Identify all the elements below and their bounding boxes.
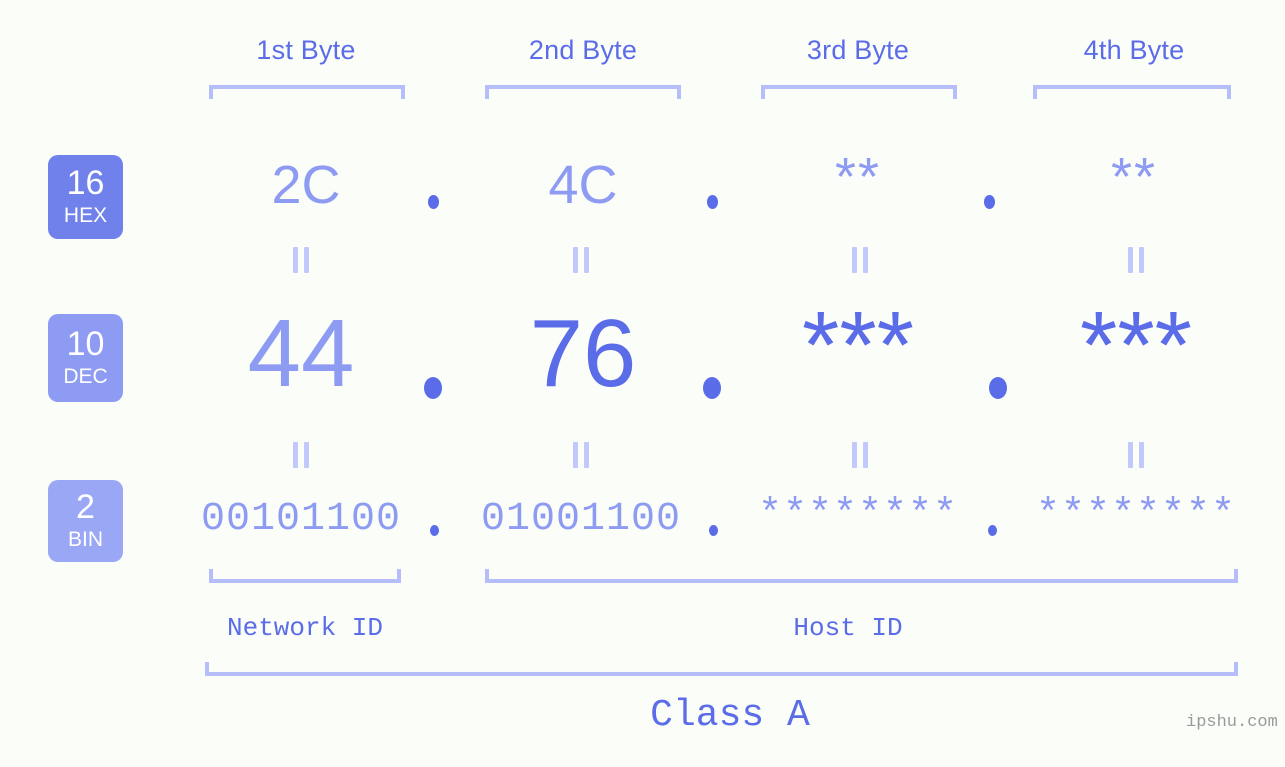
hex-separator-2 bbox=[707, 195, 718, 209]
dec-separator-3 bbox=[989, 377, 1007, 399]
hex-separator-1 bbox=[428, 195, 439, 209]
base-badge-dec-abbr: DEC bbox=[63, 364, 108, 388]
bin-byte-1-value: 00101100 bbox=[201, 497, 402, 542]
base-badge-bin-number: 2 bbox=[76, 488, 95, 527]
bin-byte-4-value: ******** bbox=[1036, 493, 1237, 538]
network-id-caption: Network ID bbox=[226, 613, 384, 643]
base-badge-hex: 16 HEX bbox=[48, 155, 123, 239]
byte-bracket-2 bbox=[485, 85, 681, 99]
byte-bracket-4 bbox=[1033, 85, 1231, 99]
bin-separator-2 bbox=[709, 525, 718, 536]
host-id-caption: Host ID bbox=[793, 613, 903, 643]
base-badge-bin-abbr: BIN bbox=[67, 527, 103, 551]
ip-address-breakdown-diagram: 1st Byte 2nd Byte 3rd Byte 4th Byte 16 H… bbox=[0, 0, 1285, 767]
class-label: Class A bbox=[650, 694, 810, 737]
equals-mark-hex-dec-3 bbox=[851, 247, 869, 273]
equals-mark-hex-dec-2 bbox=[572, 247, 590, 273]
byte-header-3: 3rd Byte bbox=[806, 35, 910, 65]
byte-header-4: 4th Byte bbox=[1083, 35, 1185, 65]
bin-byte-2-value: 01001100 bbox=[481, 497, 682, 542]
byte-header-1: 1st Byte bbox=[256, 35, 356, 65]
hex-byte-3-value: ** bbox=[834, 147, 882, 207]
hex-byte-4-value: ** bbox=[1110, 147, 1158, 207]
bin-separator-1 bbox=[430, 525, 439, 536]
dec-byte-4-value: *** bbox=[1079, 292, 1193, 399]
bin-byte-3-value: ******** bbox=[758, 493, 959, 538]
equals-mark-dec-bin-3 bbox=[851, 442, 869, 468]
dec-byte-1-value: 44 bbox=[247, 300, 355, 407]
equals-mark-hex-dec-4 bbox=[1127, 247, 1145, 273]
site-watermark: ipshu.com bbox=[1186, 713, 1278, 732]
bin-separator-3 bbox=[988, 525, 997, 536]
base-badge-hex-number: 16 bbox=[66, 164, 105, 203]
dec-byte-3-value: *** bbox=[801, 292, 915, 399]
base-badge-dec-number: 10 bbox=[66, 325, 105, 364]
equals-mark-dec-bin-4 bbox=[1127, 442, 1145, 468]
hex-separator-3 bbox=[984, 195, 995, 209]
network-id-bracket bbox=[209, 569, 401, 583]
base-badge-hex-abbr: HEX bbox=[63, 203, 108, 227]
equals-mark-dec-bin-1 bbox=[292, 442, 310, 468]
base-badge-bin: 2 BIN bbox=[48, 480, 123, 562]
equals-mark-hex-dec-1 bbox=[292, 247, 310, 273]
host-id-bracket bbox=[485, 569, 1238, 583]
hex-byte-2-value: 4C bbox=[548, 155, 618, 215]
base-badge-dec: 10 DEC bbox=[48, 314, 123, 402]
equals-mark-dec-bin-2 bbox=[572, 442, 590, 468]
dec-byte-2-value: 76 bbox=[529, 300, 637, 407]
class-bracket bbox=[205, 662, 1238, 676]
byte-bracket-3 bbox=[761, 85, 957, 99]
byte-header-2: 2nd Byte bbox=[528, 35, 638, 65]
byte-bracket-1 bbox=[209, 85, 405, 99]
hex-byte-1-value: 2C bbox=[271, 155, 341, 215]
dec-separator-2 bbox=[703, 377, 721, 399]
dec-separator-1 bbox=[424, 377, 442, 399]
